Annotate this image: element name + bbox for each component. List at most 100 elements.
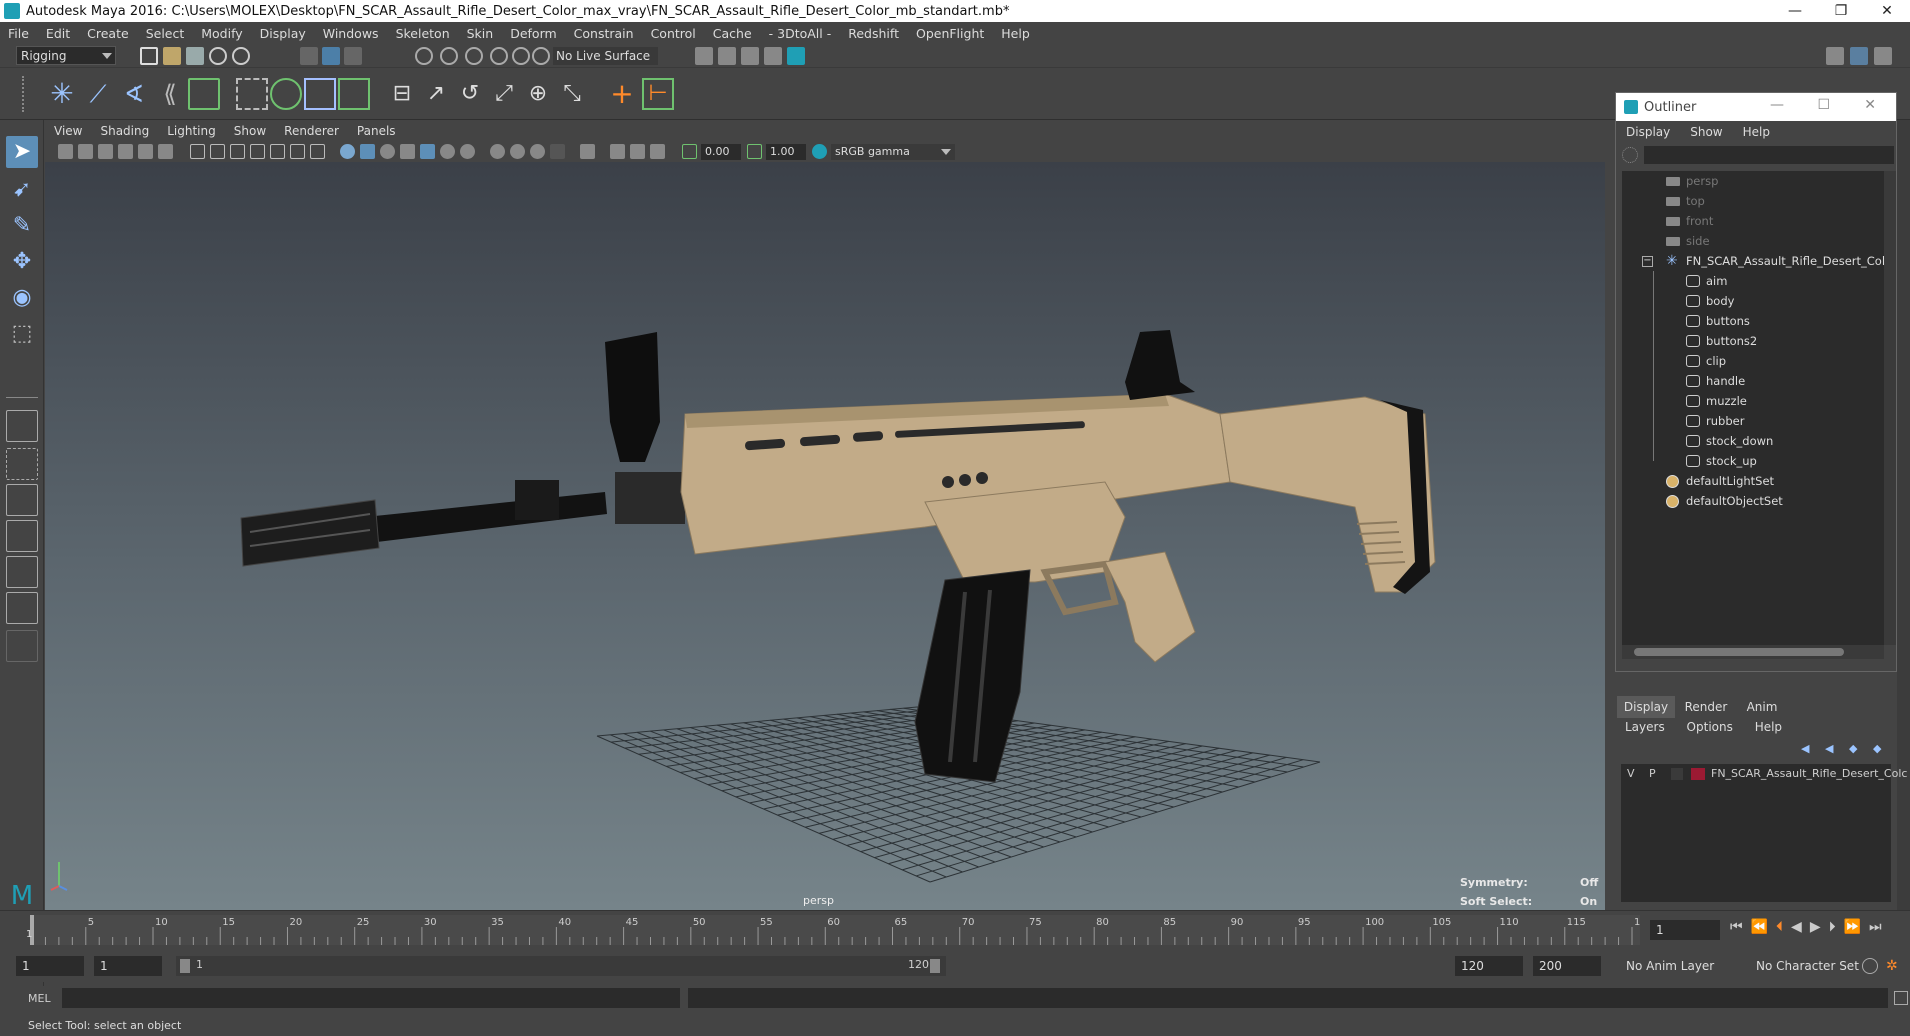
- character-set-dropdown[interactable]: No Character Set: [1750, 956, 1868, 976]
- snap-grid-icon[interactable]: [415, 47, 433, 65]
- xray-components-icon[interactable]: [650, 144, 665, 159]
- menu-3dtoall[interactable]: - 3DtoAll -: [769, 26, 832, 41]
- graph-layout-icon[interactable]: [6, 592, 38, 624]
- select-tool-icon[interactable]: ➤: [6, 136, 38, 168]
- menu-select[interactable]: Select: [146, 26, 185, 41]
- tree-item-top[interactable]: top: [1622, 191, 1705, 211]
- make-live-icon[interactable]: [532, 47, 550, 65]
- command-language-label[interactable]: MEL: [28, 992, 51, 1005]
- outliner-maximize-button[interactable]: ☐: [1817, 97, 1830, 113]
- snap-curve-icon[interactable]: [440, 47, 458, 65]
- workspace-icon[interactable]: [1826, 47, 1844, 65]
- command-input[interactable]: [62, 988, 680, 1008]
- image-plane-icon[interactable]: [118, 144, 133, 159]
- resolution-gate-icon[interactable]: [230, 144, 245, 159]
- range-start-handle[interactable]: [180, 959, 190, 973]
- move-layer-up-icon[interactable]: ◀: [1801, 742, 1815, 755]
- persp-viewport[interactable]: persp Symmetry: Off Soft Select: On: [45, 162, 1605, 910]
- depth-of-field-icon[interactable]: [550, 144, 565, 159]
- menu-help[interactable]: Help: [1001, 26, 1030, 41]
- point-constraint-icon[interactable]: ⊟: [386, 78, 418, 110]
- gate-mask-icon[interactable]: [250, 144, 265, 159]
- stacked-layout-icon[interactable]: [6, 520, 38, 552]
- time-slider[interactable]: 5 10 15 20 25 30 35 40 45 50 55 60 65 70 75 80 85 90 95 100…: [0, 910, 1910, 948]
- new-layer-selected-icon[interactable]: ◆: [1873, 742, 1887, 755]
- live-surface-field[interactable]: No Live Surface: [553, 47, 658, 65]
- four-pane-layout-icon[interactable]: [6, 448, 38, 480]
- anim-layer-dropdown[interactable]: No Anim Layer: [1620, 956, 1738, 976]
- lattice-icon[interactable]: [236, 78, 268, 110]
- tab-render[interactable]: Render: [1677, 696, 1735, 718]
- preferences-icon[interactable]: ✲: [1886, 958, 1902, 974]
- collapse-icon[interactable]: −: [1642, 256, 1653, 267]
- tab-display[interactable]: Display: [1617, 696, 1675, 718]
- playback-start-field[interactable]: 1: [94, 956, 162, 976]
- layer-visibility-toggle[interactable]: V: [1627, 767, 1635, 780]
- channel-box-toggle-icon[interactable]: [1874, 47, 1892, 65]
- menu-create[interactable]: Create: [87, 26, 129, 41]
- bind-skin-icon[interactable]: [188, 78, 220, 110]
- step-back-frame-icon[interactable]: ⏴: [1776, 919, 1783, 935]
- joint-tool-icon[interactable]: ✳: [46, 78, 78, 110]
- panel-menu-renderer[interactable]: Renderer: [284, 124, 339, 138]
- sculpt-deformer-icon[interactable]: [338, 78, 370, 110]
- snap-view-icon[interactable]: [490, 47, 508, 65]
- tree-item-handle[interactable]: handle: [1622, 371, 1745, 391]
- ik-spline-icon[interactable]: ∢: [118, 78, 150, 110]
- tree-item-stock-up[interactable]: stock_up: [1622, 451, 1757, 471]
- pole-vector-icon[interactable]: ⤡: [556, 78, 588, 110]
- smooth-shade-icon[interactable]: [360, 144, 375, 159]
- outliner-minimize-button[interactable]: —: [1770, 97, 1784, 113]
- field-chart-icon[interactable]: [270, 144, 285, 159]
- step-back-key-icon[interactable]: ⏪: [1751, 919, 1768, 935]
- select-component-icon[interactable]: [344, 47, 362, 65]
- minimize-button[interactable]: —: [1772, 0, 1818, 22]
- tree-item-muzzle[interactable]: muzzle: [1622, 391, 1747, 411]
- attribute-editor-dock[interactable]: [1897, 120, 1910, 910]
- time-slider-track[interactable]: 5 10 15 20 25 30 35 40 45 50 55 60 65 70 75 80 85 90 95 100…: [26, 915, 1653, 945]
- layer-menu-options[interactable]: Options: [1687, 720, 1733, 734]
- xray-icon[interactable]: [610, 144, 625, 159]
- tree-item-buttons2[interactable]: buttons2: [1622, 331, 1757, 351]
- tree-item-default-light-set[interactable]: defaultLightSet: [1622, 471, 1774, 491]
- tab-anim[interactable]: Anim: [1737, 696, 1787, 718]
- tree-item-persp[interactable]: persp: [1622, 171, 1718, 191]
- exposure-icon[interactable]: [682, 144, 697, 159]
- orient-constraint-icon[interactable]: ↺: [454, 78, 486, 110]
- set-driven-key-icon[interactable]: ⊢: [642, 78, 674, 110]
- grease-pencil-icon[interactable]: [158, 144, 173, 159]
- render-frame-icon[interactable]: [695, 47, 713, 65]
- wrap-icon[interactable]: [304, 78, 336, 110]
- gamma-icon[interactable]: [747, 144, 762, 159]
- animation-end-field[interactable]: 200: [1533, 956, 1601, 976]
- xray-joints-icon[interactable]: [630, 144, 645, 159]
- tree-item-body[interactable]: body: [1622, 291, 1734, 311]
- select-hierarchy-icon[interactable]: [300, 47, 318, 65]
- panel-menu-shading[interactable]: Shading: [100, 124, 149, 138]
- outliner-close-button[interactable]: ✕: [1864, 97, 1876, 113]
- rotate-tool-icon[interactable]: ◉: [6, 282, 38, 314]
- bookmarks-icon[interactable]: [98, 144, 113, 159]
- exposure-field[interactable]: 0.00: [701, 144, 741, 160]
- playback-end-field[interactable]: 120: [1455, 956, 1523, 976]
- gamma-field[interactable]: 1.00: [766, 144, 806, 160]
- shelf-options-icon[interactable]: [22, 76, 30, 112]
- snap-surface-icon[interactable]: [512, 47, 530, 65]
- save-scene-icon[interactable]: [186, 47, 204, 65]
- color-management-icon[interactable]: [812, 144, 827, 159]
- menu-edit[interactable]: Edit: [46, 26, 70, 41]
- menu-skeleton[interactable]: Skeleton: [396, 26, 450, 41]
- layer-menu-help[interactable]: Help: [1755, 720, 1782, 734]
- outliner-layout-icon[interactable]: [6, 556, 38, 588]
- layer-color-swatch[interactable]: [1691, 768, 1705, 780]
- mode-selector[interactable]: Rigging: [16, 46, 116, 65]
- view-transform-dropdown[interactable]: sRGB gamma: [831, 144, 955, 160]
- outliner-search-input[interactable]: [1644, 146, 1894, 164]
- wireframe-icon[interactable]: [340, 144, 355, 159]
- menu-control[interactable]: Control: [651, 26, 696, 41]
- layer-type-toggle[interactable]: [1671, 768, 1683, 780]
- menu-openflight[interactable]: OpenFlight: [916, 26, 984, 41]
- menu-file[interactable]: File: [8, 26, 29, 41]
- wireframe-on-shaded-icon[interactable]: [400, 144, 415, 159]
- tree-item-side[interactable]: side: [1622, 231, 1710, 251]
